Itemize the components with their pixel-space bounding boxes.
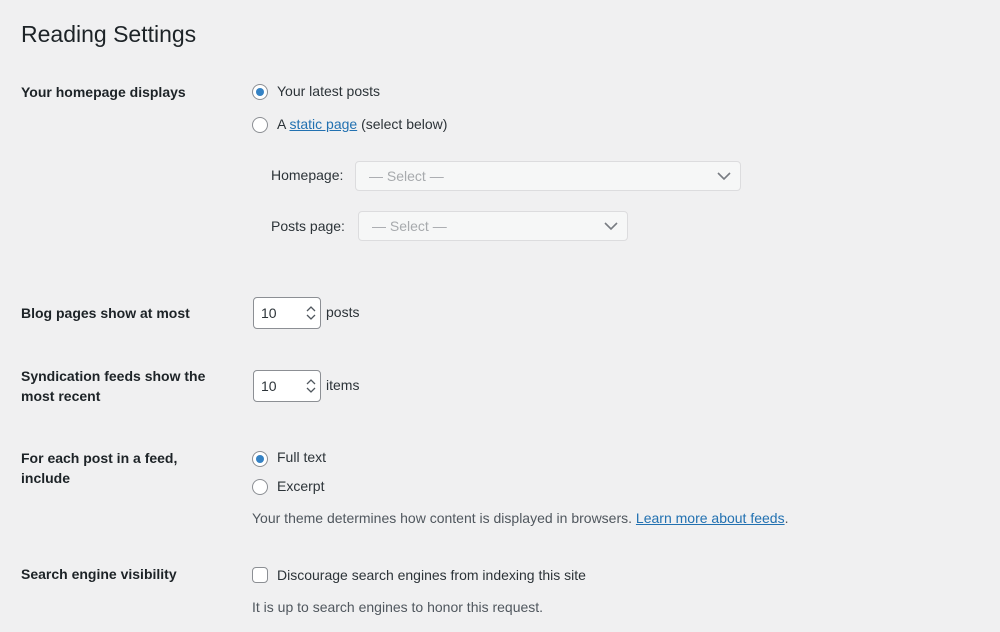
feed-include-label: For each post in a feed, include [21, 450, 178, 486]
radio-excerpt-label[interactable]: Excerpt [277, 476, 324, 496]
homepage-select-value: — Select — [369, 168, 444, 184]
radio-static-page[interactable] [252, 117, 268, 133]
homepage-select[interactable]: — Select — [355, 161, 741, 191]
chevron-down-icon [604, 222, 618, 231]
posts-page-select[interactable]: — Select — [358, 211, 628, 241]
radio-full-text-label[interactable]: Full text [277, 447, 326, 467]
radio-excerpt[interactable] [252, 479, 268, 495]
feed-description-period: . [784, 510, 789, 526]
homepage-displays-label: Your homepage displays [21, 84, 186, 100]
discourage-indexing-checkbox[interactable] [252, 567, 268, 583]
posts-page-select-label: Posts page: [271, 218, 345, 234]
syndication-value: 10 [261, 378, 277, 394]
radio-latest-posts-label[interactable]: Your latest posts [277, 81, 380, 101]
feed-description: Your theme determines how content is dis… [252, 508, 788, 528]
syndication-input[interactable]: 10 [253, 370, 321, 402]
static-prefix: A [277, 116, 286, 132]
chevron-down-icon [717, 172, 731, 181]
syndication-unit: items [326, 377, 360, 393]
homepage-select-label: Homepage: [271, 167, 344, 183]
feed-description-text: Your theme determines how content is dis… [252, 510, 633, 526]
static-page-link[interactable]: static page [289, 116, 357, 132]
learn-more-feeds-link[interactable]: Learn more about feeds [636, 510, 785, 526]
spinner-arrows-icon[interactable] [305, 376, 317, 396]
radio-latest-posts[interactable] [252, 84, 268, 100]
discourage-indexing-label[interactable]: Discourage search engines from indexing … [277, 565, 586, 585]
radio-full-text[interactable] [252, 451, 268, 467]
syndication-label: Syndication feeds show the most recent [21, 368, 206, 404]
blog-pages-unit: posts [326, 304, 360, 320]
page-title: Reading Settings [21, 21, 197, 47]
blog-pages-input[interactable]: 10 [253, 297, 321, 329]
search-visibility-label: Search engine visibility [21, 566, 177, 582]
static-suffix: (select below) [361, 116, 448, 132]
posts-page-select-value: — Select — [372, 218, 447, 234]
blog-pages-label: Blog pages show at most [21, 305, 190, 321]
radio-static-page-label[interactable]: A static page (select below) [277, 114, 447, 134]
blog-pages-value: 10 [261, 305, 277, 321]
search-visibility-description: It is up to search engines to honor this… [252, 599, 544, 615]
spinner-arrows-icon[interactable] [305, 303, 317, 323]
